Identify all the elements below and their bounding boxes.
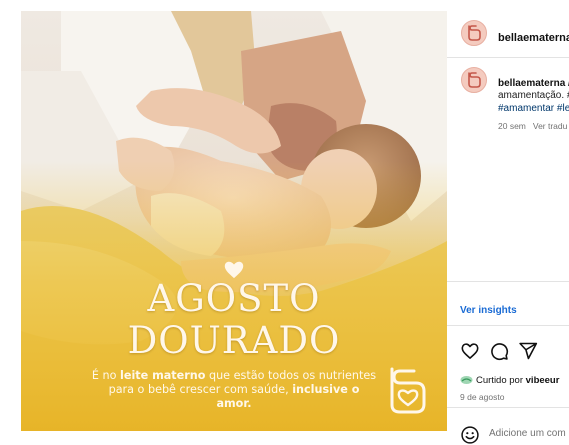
caption-meta: 20 sem Ver tradu bbox=[498, 121, 569, 131]
caption-avatar[interactable] bbox=[461, 67, 487, 93]
heart-outline-icon[interactable] bbox=[460, 341, 480, 361]
caption-username[interactable]: bellaematerna / bbox=[498, 78, 569, 89]
account-avatar[interactable] bbox=[461, 20, 487, 46]
post-caption: É no leite materno que estão todos os nu… bbox=[91, 369, 377, 411]
divider bbox=[447, 281, 569, 282]
bella-materna-logo-icon bbox=[468, 72, 481, 88]
comment-input[interactable]: Adicione um com bbox=[489, 428, 566, 439]
post-age: 20 sem bbox=[498, 121, 526, 131]
divider bbox=[447, 325, 569, 326]
breastfeeding-photo bbox=[21, 11, 447, 431]
account-name-link[interactable]: bellaematerna bbox=[498, 32, 569, 44]
liker-avatar-icon[interactable] bbox=[460, 375, 473, 385]
post-title-line1: AGOSTO bbox=[147, 277, 321, 320]
caption-text: amamentação. # bbox=[498, 90, 569, 101]
liked-by: Curtido por vibeeur bbox=[460, 375, 559, 386]
bella-materna-logo-icon bbox=[390, 367, 426, 414]
paper-plane-icon[interactable] bbox=[518, 341, 538, 361]
bella-materna-logo-icon bbox=[468, 25, 481, 41]
caption-highlight: leite materno bbox=[120, 369, 206, 382]
divider bbox=[447, 407, 569, 408]
comment-bubble-icon[interactable] bbox=[489, 341, 509, 361]
divider bbox=[447, 57, 569, 58]
caption-text: É no bbox=[91, 369, 121, 382]
post-image[interactable]: AGOSTO DOURADO É no leite materno que es… bbox=[21, 11, 447, 431]
view-insights-link[interactable]: Ver insights bbox=[460, 305, 517, 316]
post-date[interactable]: 9 de agosto bbox=[460, 392, 504, 402]
heart-logo-icon bbox=[224, 261, 244, 279]
post-sidebar: bellaematerna bellaematerna / amamentaçã… bbox=[447, 11, 569, 444]
translate-link[interactable]: Ver tradu bbox=[533, 121, 568, 131]
smiley-icon[interactable] bbox=[460, 425, 480, 445]
liked-user-link[interactable]: vibeeur bbox=[526, 375, 560, 386]
post-title-line2: DOURADO bbox=[127, 319, 341, 362]
caption-hashtags[interactable]: #amamentar #le bbox=[498, 103, 569, 114]
liked-prefix: Curtido por bbox=[476, 375, 526, 386]
